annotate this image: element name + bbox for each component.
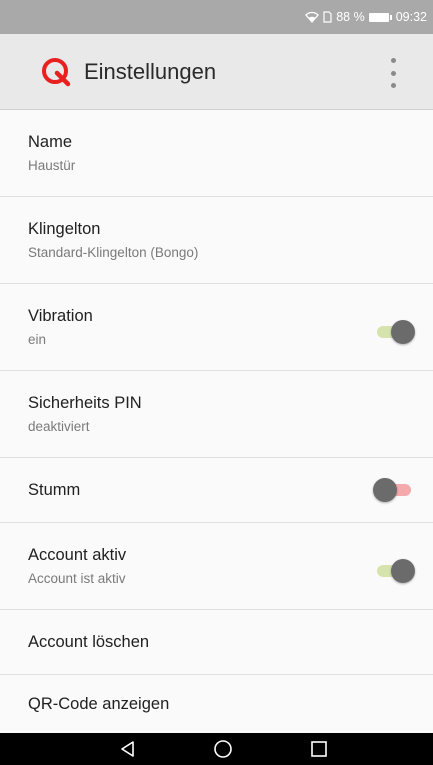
- vibration-toggle[interactable]: [373, 319, 415, 345]
- overflow-menu-button[interactable]: [383, 58, 403, 88]
- setting-label: Account löschen: [28, 632, 150, 651]
- setting-security-pin[interactable]: Sicherheits PIN deaktiviert: [0, 371, 433, 458]
- setting-value: ein: [28, 332, 47, 347]
- page-title: Einstellungen: [84, 58, 217, 84]
- back-icon[interactable]: [118, 739, 138, 759]
- setting-name[interactable]: Name Haustür: [0, 110, 433, 197]
- app-bar: Einstellungen: [0, 34, 433, 110]
- setting-value: Haustür: [28, 158, 76, 173]
- setting-value: Account ist aktiv: [28, 571, 126, 586]
- clock: 09:32: [395, 10, 427, 24]
- status-bar: 88 % 09:32: [0, 0, 433, 34]
- home-icon[interactable]: [213, 739, 233, 759]
- setting-label: QR-Code anzeigen: [28, 694, 170, 713]
- wifi-icon: [305, 11, 320, 23]
- setting-mute[interactable]: Stumm: [0, 458, 433, 523]
- setting-show-qr-code[interactable]: QR-Code anzeigen: [0, 675, 433, 733]
- setting-delete-account[interactable]: Account löschen: [0, 610, 433, 675]
- account-active-toggle[interactable]: [373, 558, 415, 584]
- setting-label: Account aktiv: [28, 546, 127, 564]
- mute-toggle[interactable]: [373, 477, 415, 503]
- recents-icon[interactable]: [309, 739, 329, 759]
- navigation-bar: [0, 733, 433, 765]
- setting-vibration[interactable]: Vibration ein: [0, 284, 433, 371]
- more-vert-icon: [390, 58, 396, 63]
- setting-label: Vibration: [28, 307, 93, 325]
- battery-icon: [368, 12, 392, 22]
- setting-label: Stumm: [28, 480, 81, 499]
- setting-label: Sicherheits PIN: [28, 394, 142, 412]
- settings-list: Name Haustür Klingelton Standard-Klingel…: [0, 110, 433, 733]
- setting-ringtone[interactable]: Klingelton Standard-Klingelton (Bongo): [0, 197, 433, 284]
- setting-account-active[interactable]: Account aktiv Account ist aktiv: [0, 523, 433, 610]
- sim-icon: [323, 11, 332, 23]
- battery-percent: 88 %: [336, 10, 365, 24]
- app-logo-icon: [42, 57, 71, 86]
- setting-value: deaktiviert: [28, 419, 90, 434]
- setting-label: Name: [28, 133, 73, 151]
- setting-value: Standard-Klingelton (Bongo): [28, 245, 199, 260]
- setting-label: Klingelton: [28, 220, 101, 238]
